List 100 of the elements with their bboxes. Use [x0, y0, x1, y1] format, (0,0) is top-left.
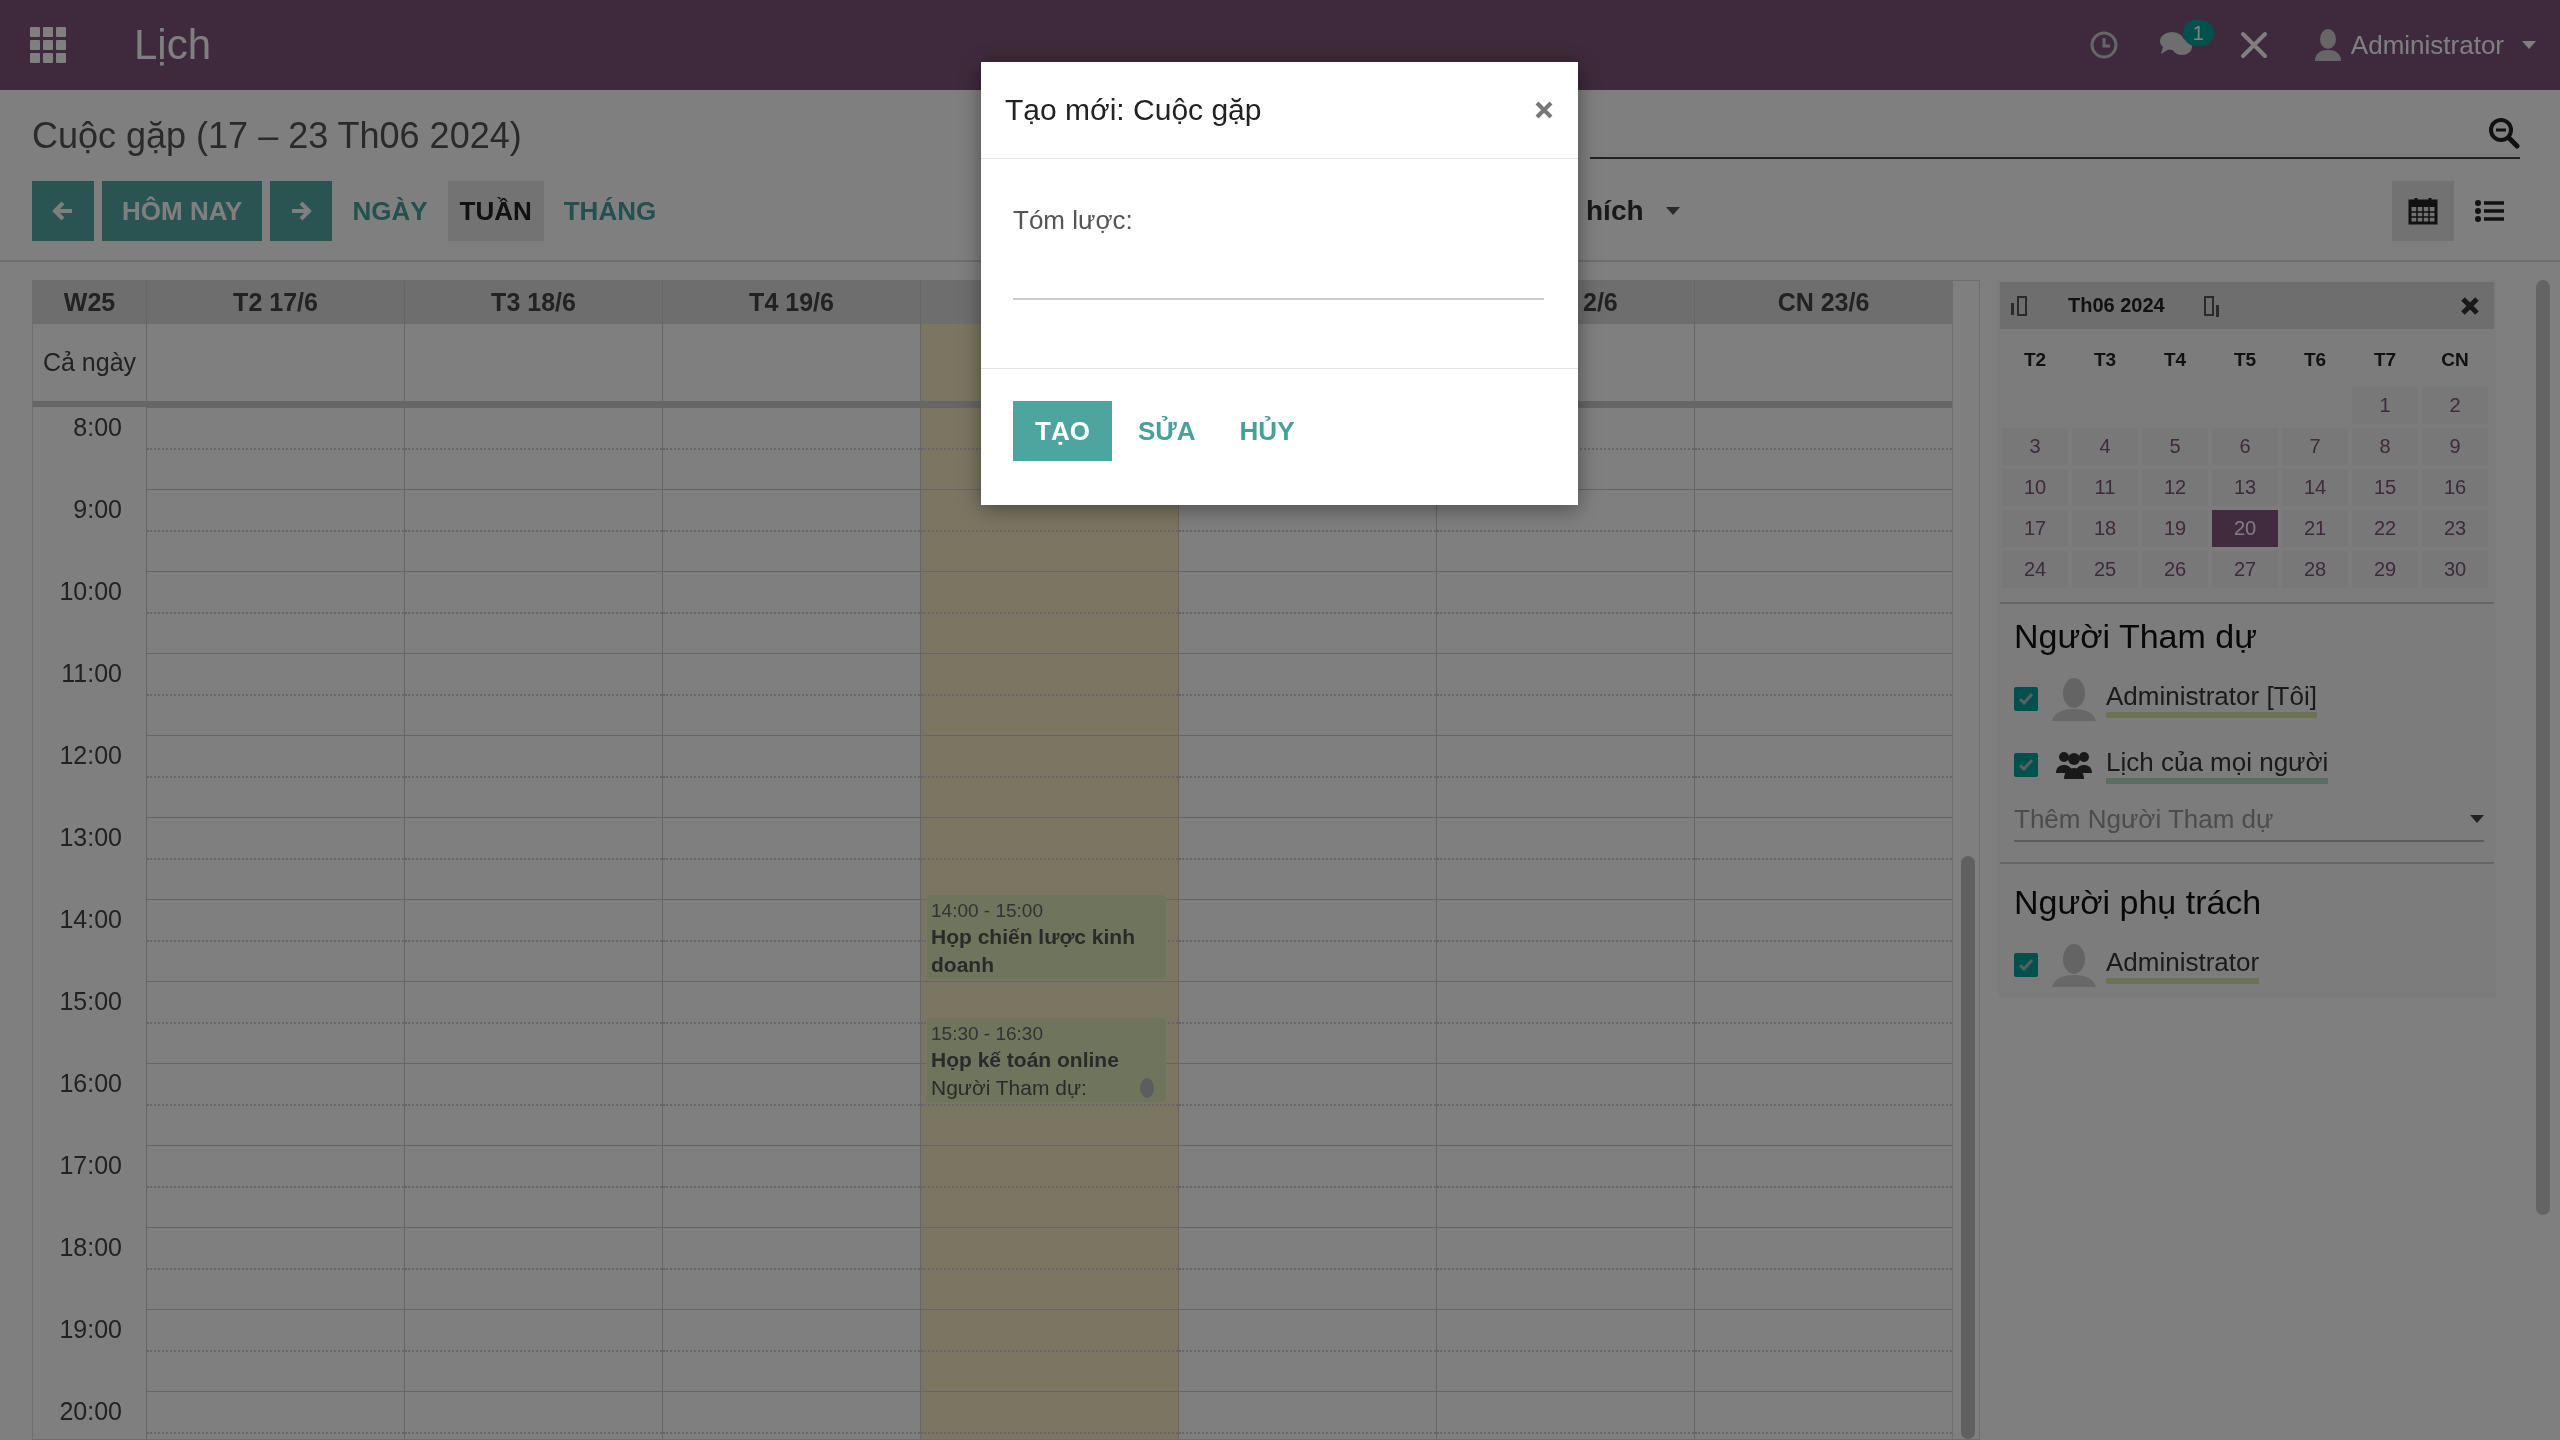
checkmark-icon — [2019, 759, 2033, 771]
filter-label[interactable]: Administrator — [2106, 946, 2260, 984]
previous-month-icon[interactable] — [2010, 294, 2030, 317]
date-cell[interactable]: 24 — [2002, 551, 2068, 588]
date-cell[interactable]: 18 — [2072, 510, 2138, 547]
scale-tab[interactable]: NGÀY — [340, 181, 440, 241]
today-button[interactable]: HÔM NAY — [102, 181, 263, 241]
date-cell[interactable]: 19 — [2142, 510, 2208, 547]
dialog-title: Tạo mới: Cuộc gặp — [1005, 93, 1262, 127]
notification-badge: 1 — [2182, 20, 2214, 46]
calendar-event[interactable]: 15:30 - 16:30 Họp kế toán online Người Tham dự: — [927, 1018, 1166, 1102]
app-title: Lịch — [134, 21, 212, 69]
date-cell[interactable]: 17 — [2002, 510, 2068, 547]
date-cell[interactable]: 30 — [2422, 551, 2488, 588]
date-cell[interactable]: 25 — [2072, 551, 2138, 588]
hour-label: 8:00 — [72, 412, 123, 443]
day-header: T4 19/6 — [662, 281, 920, 324]
event-time: 15:30 - 16:30 — [931, 1022, 1044, 1046]
hour-label: 14:00 — [58, 904, 123, 935]
date-cell[interactable]: 20 — [2212, 510, 2278, 547]
arrow-right-icon — [290, 200, 313, 222]
caret-icon — [2470, 815, 2484, 823]
month-title: Th06 2024 — [2068, 294, 2165, 317]
previous-button[interactable] — [32, 181, 94, 241]
create-button[interactable]: TẠO — [1013, 401, 1112, 461]
weekday-label: T5 — [2232, 348, 2258, 372]
hour-label: 17:00 — [58, 1150, 123, 1181]
filter-label[interactable]: Lịch của mọi người — [2106, 746, 2329, 784]
weekday-label: T7 — [2372, 348, 2398, 372]
date-cell[interactable]: 26 — [2142, 551, 2208, 588]
weekday-label: T3 — [2092, 348, 2118, 372]
list-view-icon — [2474, 197, 2504, 225]
page-title: Cuộc gặp (17 – 23 Th06 2024) — [32, 114, 522, 158]
date-cell[interactable]: 21 — [2282, 510, 2348, 547]
close-icon[interactable] — [2460, 295, 2480, 316]
field-label: Tóm lược: — [1013, 205, 1134, 236]
hour-label: 19:00 — [58, 1314, 123, 1345]
checkmark-icon — [2019, 959, 2033, 971]
date-cell[interactable]: 22 — [2352, 510, 2418, 547]
date-cell[interactable]: 7 — [2282, 428, 2348, 465]
date-cell[interactable]: 13 — [2212, 469, 2278, 506]
apps-menu-icon[interactable] — [30, 27, 66, 63]
tools-icon[interactable] — [2238, 30, 2269, 60]
date-cell[interactable]: 8 — [2352, 428, 2418, 465]
user-avatar-icon — [2314, 29, 2341, 61]
date-cell[interactable]: 9 — [2422, 428, 2488, 465]
date-cell[interactable]: 6 — [2212, 428, 2278, 465]
date-cell[interactable]: 28 — [2282, 551, 2348, 588]
arrow-left-icon — [52, 200, 74, 222]
dialog-button[interactable]: SỬA — [1119, 401, 1214, 461]
date-cell[interactable]: 4 — [2072, 428, 2138, 465]
date-cell[interactable]: 23 — [2422, 510, 2488, 547]
close-icon — [1534, 100, 1554, 120]
checkmark-icon — [2019, 693, 2033, 705]
calendar-view-icon — [2408, 197, 2438, 225]
scrollbar-thumb[interactable] — [2536, 280, 2550, 1215]
calendar-event[interactable]: 14:00 - 15:00 Họp chiến lược kinh doanh — [927, 895, 1166, 979]
next-button[interactable] — [270, 181, 333, 241]
event-time: 14:00 - 15:00 — [931, 899, 1044, 923]
checkbox[interactable] — [2014, 953, 2038, 977]
filter-label[interactable]: Administrator [Tôi] — [2106, 680, 2317, 718]
attendees-label: Người Tham dự: — [931, 1075, 1087, 1101]
scale-tab[interactable]: THÁNG — [551, 181, 669, 241]
date-cell[interactable]: 3 — [2002, 428, 2068, 465]
weekday-label: T6 — [2302, 348, 2328, 372]
checkbox[interactable] — [2014, 687, 2038, 711]
close-button[interactable] — [1534, 100, 1554, 120]
favorites-menu[interactable]: hích — [1586, 195, 1680, 227]
date-cell[interactable]: 5 — [2142, 428, 2208, 465]
scale-tab[interactable]: TUẦN — [447, 181, 544, 241]
hour-label: 9:00 — [72, 494, 123, 525]
clock-icon[interactable] — [2088, 30, 2119, 60]
date-cell[interactable]: 11 — [2072, 469, 2138, 506]
all-day-label: Cả ngày — [41, 347, 138, 378]
date-cell[interactable]: 1 — [2352, 387, 2418, 424]
day-header: T2 17/6 — [146, 281, 404, 324]
dialog-button[interactable]: HỦY — [1221, 401, 1313, 461]
date-cell[interactable]: 15 — [2352, 469, 2418, 506]
hour-label: 12:00 — [58, 740, 123, 771]
user-menu[interactable]: Administrator — [2314, 29, 2536, 61]
date-cell[interactable]: 2 — [2422, 387, 2488, 424]
weekday-label: T4 — [2162, 348, 2188, 372]
hour-label: 18:00 — [58, 1232, 123, 1263]
hour-label: 20:00 — [58, 1396, 123, 1427]
date-cell[interactable]: 14 — [2282, 469, 2348, 506]
date-cell[interactable]: 16 — [2422, 469, 2488, 506]
checkbox[interactable] — [2014, 753, 2038, 777]
date-cell[interactable]: 12 — [2142, 469, 2208, 506]
filter-heading: Người Tham dự — [2014, 616, 2258, 657]
event-title: Họp chiến lược kinh doanh — [931, 924, 1136, 978]
hour-label: 13:00 — [58, 822, 123, 853]
filter-heading: Người phụ trách — [2014, 882, 2263, 923]
date-cell[interactable]: 27 — [2212, 551, 2278, 588]
date-cell[interactable]: 29 — [2352, 551, 2418, 588]
caret-icon — [1665, 207, 1680, 215]
search-icon[interactable] — [2488, 117, 2520, 149]
date-cell[interactable]: 10 — [2002, 469, 2068, 506]
scrollbar-thumb[interactable] — [1961, 856, 1975, 1439]
calendar-view-button[interactable] — [2392, 181, 2454, 241]
hour-label: 15:00 — [58, 986, 123, 1017]
